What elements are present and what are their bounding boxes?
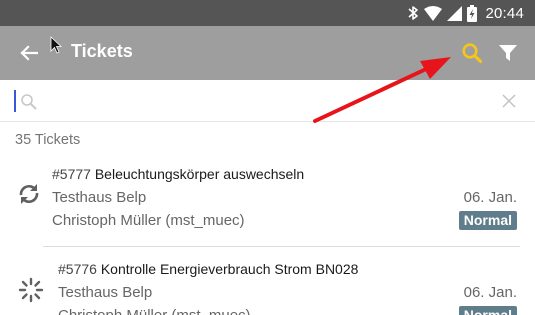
ticket-assignee: Christoph Müller (mst_muec) xyxy=(58,307,251,315)
spinner-icon xyxy=(18,277,44,303)
ticket-date: 06. Jan. xyxy=(463,284,517,301)
ticket-title: Kontrolle Energieverbrauch Strom BN028 xyxy=(100,261,359,277)
ticket-location: Testhaus Belp xyxy=(58,284,153,301)
list-item[interactable]: #5776 Kontrolle Energieverbrauch Strom B… xyxy=(0,0,535,315)
ticket-title-row: #5776 Kontrolle Energieverbrauch Strom B… xyxy=(58,261,358,277)
priority-badge: Normal xyxy=(458,306,517,315)
ticket-number: #5776 xyxy=(58,261,97,277)
